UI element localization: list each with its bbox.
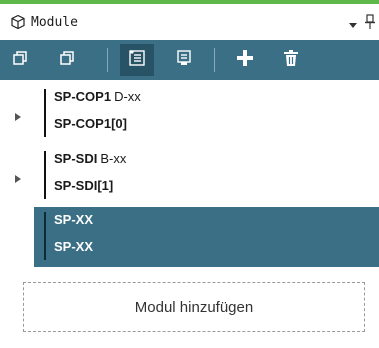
cube-icon — [10, 14, 26, 30]
trash-icon — [282, 49, 300, 72]
module-name: SP-COP1 — [54, 89, 112, 104]
caret-down-icon[interactable] — [348, 17, 358, 28]
panel-title: Module — [31, 15, 78, 30]
duplicate-module-button[interactable] — [50, 44, 84, 76]
module-name: SP-SDI — [54, 151, 98, 166]
module-panel: Module SP-COP1 D-xx SP-COP1[0] SP-SDI B-… — [0, 0, 379, 348]
expand-arrow-icon[interactable] — [14, 108, 22, 121]
panel-header: Module — [0, 4, 379, 40]
module-indicator-bar — [44, 212, 46, 260]
list-checked-icon — [128, 49, 146, 72]
plus-icon — [235, 48, 255, 73]
module-indicator-bar — [44, 151, 46, 199]
module-name: SP-XX — [54, 212, 94, 227]
module-title: SP-XX — [54, 212, 93, 227]
list-doc-icon — [175, 49, 193, 72]
module-instance: SP-COP1[0] — [54, 116, 127, 131]
pin-icon[interactable] — [364, 14, 376, 30]
module-tree-item[interactable]: SP-COP1 D-xx SP-COP1[0] — [0, 84, 379, 144]
module-indicator-bar — [44, 89, 46, 137]
module-tree-item-selected[interactable]: SP-XX SP-XX — [34, 207, 379, 267]
add-module-button[interactable]: Modul hinzufügen — [23, 282, 365, 332]
expand-arrow-icon[interactable] — [14, 170, 22, 183]
module-variant: B-xx — [100, 151, 127, 166]
module-details-button[interactable] — [167, 44, 201, 76]
copy-stack-icon — [12, 50, 28, 71]
edit-module-button[interactable] — [120, 44, 154, 76]
delete-module-button[interactable] — [274, 44, 308, 76]
copy-module-button[interactable] — [3, 44, 37, 76]
module-title: SP-SDI B-xx — [54, 151, 126, 166]
module-instance: SP-XX — [54, 239, 94, 254]
toolbar-separator — [214, 48, 215, 72]
module-tree-item[interactable]: SP-SDI B-xx SP-SDI[1] — [0, 146, 379, 206]
toolbar-separator — [107, 48, 108, 72]
module-title: SP-COP1 D-xx — [54, 89, 141, 104]
add-module-toolbar-button[interactable] — [228, 44, 262, 76]
module-variant: D-xx — [114, 89, 141, 104]
copy-stack-icon — [59, 50, 75, 71]
module-toolbar — [0, 40, 379, 80]
module-instance: SP-SDI[1] — [54, 178, 114, 193]
